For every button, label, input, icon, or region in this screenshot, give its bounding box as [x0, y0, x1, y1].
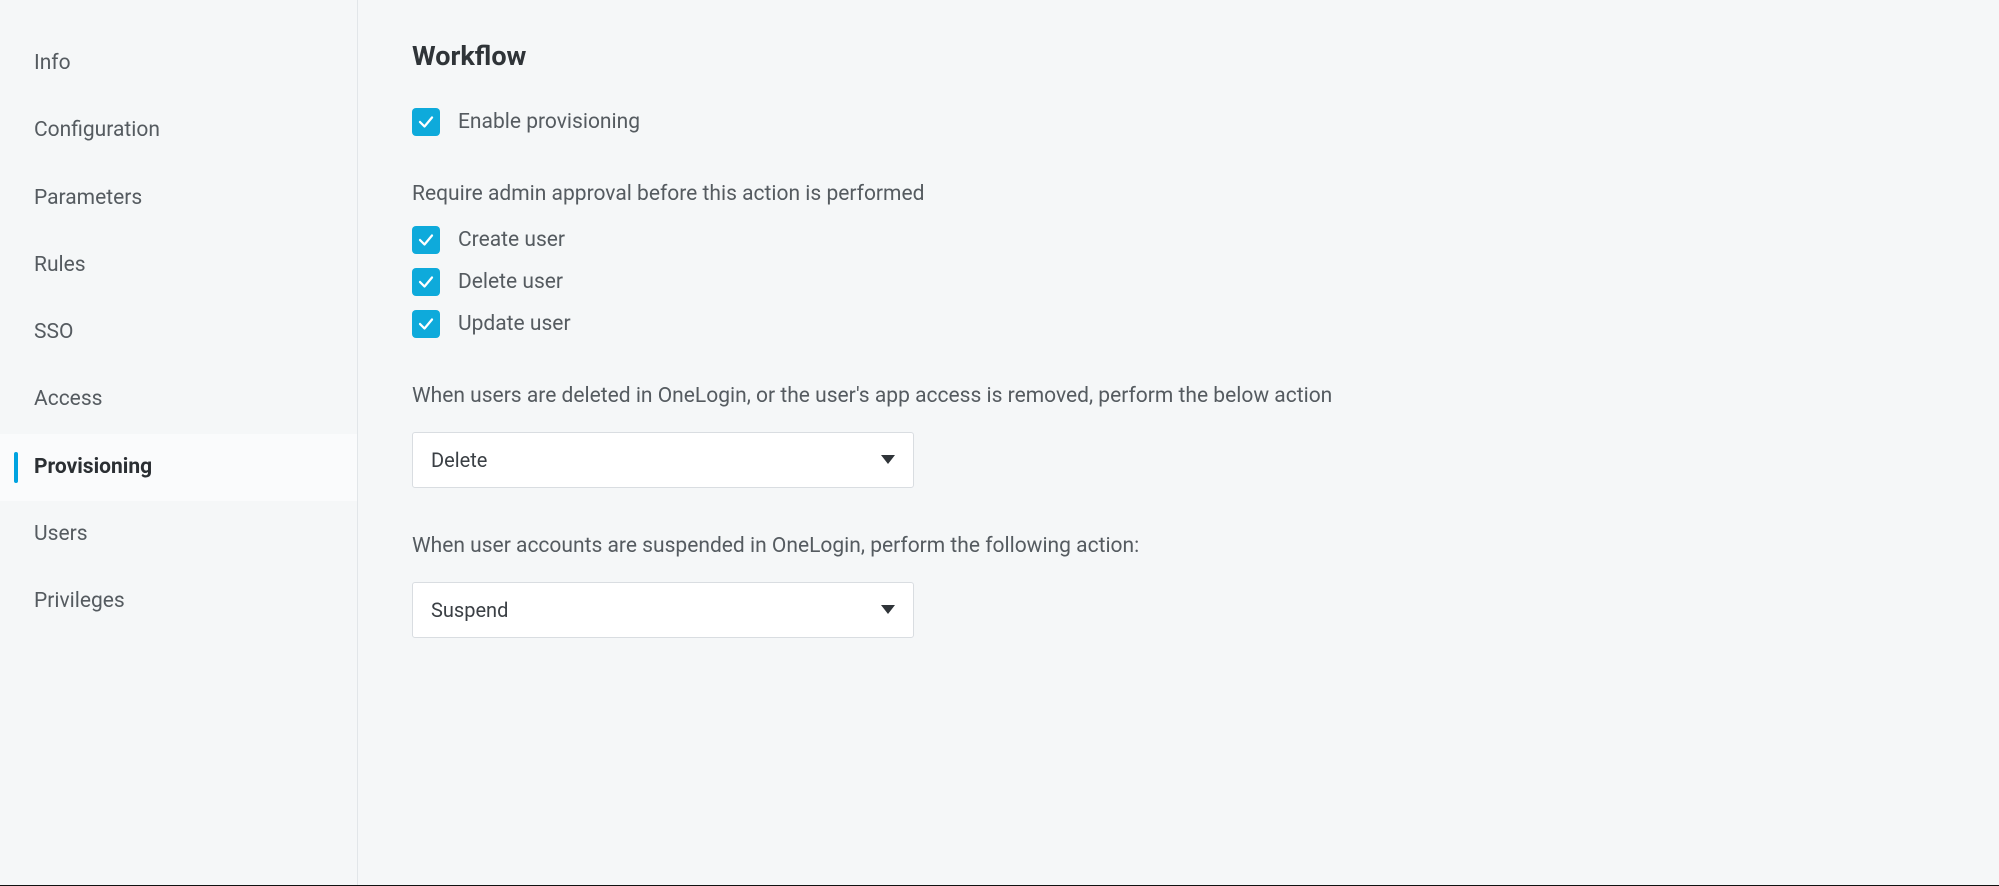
- page-root: Info Configuration Parameters Rules SSO …: [0, 0, 1999, 886]
- main-panel: Workflow Enable provisioning Require adm…: [358, 0, 1999, 885]
- approval-delete-user-label: Delete user: [458, 270, 563, 294]
- section-title-workflow: Workflow: [412, 40, 1945, 72]
- sidebar-item-parameters[interactable]: Parameters: [0, 165, 357, 232]
- chevron-down-icon: [881, 605, 895, 615]
- approval-heading: Require admin approval before this actio…: [412, 182, 1945, 206]
- approval-update-user-row[interactable]: Update user: [412, 310, 1945, 338]
- sidebar-item-label: Provisioning: [34, 455, 152, 479]
- sidebar-item-label: Users: [34, 522, 88, 546]
- delete-action-heading: When users are deleted in OneLogin, or t…: [412, 384, 1945, 408]
- sidebar-item-privileges[interactable]: Privileges: [0, 568, 357, 635]
- sidebar-item-users[interactable]: Users: [0, 501, 357, 568]
- sidebar-item-access[interactable]: Access: [0, 366, 357, 433]
- suspend-action-heading: When user accounts are suspended in OneL…: [412, 534, 1945, 558]
- checkbox-checked-icon: [412, 226, 440, 254]
- delete-action-select[interactable]: Delete: [412, 432, 914, 488]
- chevron-down-icon: [881, 455, 895, 465]
- sidebar-item-label: Parameters: [34, 186, 142, 210]
- enable-provisioning-label: Enable provisioning: [458, 110, 640, 134]
- sidebar-item-label: Configuration: [34, 118, 160, 142]
- checkbox-checked-icon: [412, 310, 440, 338]
- approval-create-user-row[interactable]: Create user: [412, 226, 1945, 254]
- sidebar-item-label: SSO: [34, 320, 73, 344]
- delete-action-value: Delete: [431, 448, 487, 472]
- suspend-action-value: Suspend: [431, 598, 508, 622]
- sidebar-item-configuration[interactable]: Configuration: [0, 97, 357, 164]
- checkbox-checked-icon: [412, 268, 440, 296]
- sidebar-item-rules[interactable]: Rules: [0, 232, 357, 299]
- sidebar-item-info[interactable]: Info: [0, 30, 357, 97]
- sidebar-item-label: Info: [34, 51, 71, 75]
- sidebar-item-provisioning[interactable]: Provisioning: [0, 434, 357, 501]
- suspend-action-select[interactable]: Suspend: [412, 582, 914, 638]
- sidebar-item-label: Rules: [34, 253, 86, 277]
- checkbox-checked-icon: [412, 108, 440, 136]
- approval-create-user-label: Create user: [458, 228, 565, 252]
- sidebar-item-label: Access: [34, 387, 103, 411]
- sidebar-nav: Info Configuration Parameters Rules SSO …: [0, 0, 358, 885]
- approval-delete-user-row[interactable]: Delete user: [412, 268, 1945, 296]
- sidebar-item-sso[interactable]: SSO: [0, 299, 357, 366]
- enable-provisioning-row[interactable]: Enable provisioning: [412, 108, 1945, 136]
- sidebar-item-label: Privileges: [34, 589, 125, 613]
- approval-update-user-label: Update user: [458, 312, 571, 336]
